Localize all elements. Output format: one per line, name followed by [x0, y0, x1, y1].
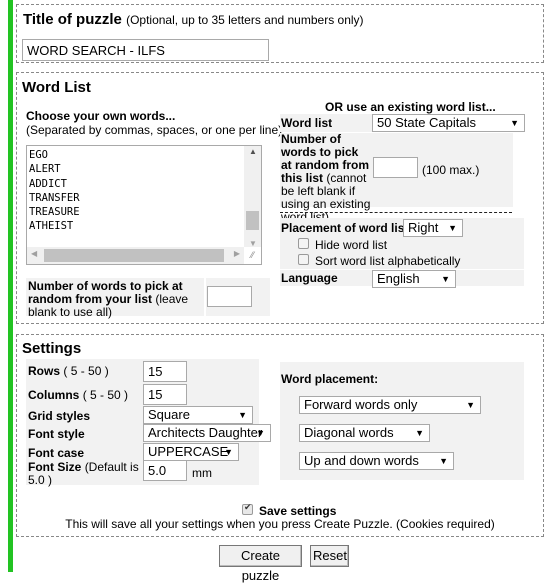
title-hint: (Optional, up to 35 letters and numbers … [126, 13, 364, 27]
placement-select-value: Right [408, 220, 439, 235]
horizontal-scrollbar[interactable]: ◀ ▶ [27, 247, 244, 264]
existing-count-label: Number of words to pick at random from t… [281, 133, 371, 224]
grid-styles-select-value: Square [148, 407, 190, 422]
save-settings-checkbox[interactable] [242, 502, 253, 515]
word-entry: EGO [29, 149, 48, 161]
word-list-label: Word list [281, 116, 333, 130]
own-pick-count-input[interactable] [207, 286, 252, 307]
updown-select[interactable]: Up and down words ▼ [299, 452, 454, 470]
scroll-right-icon[interactable]: ▶ [234, 249, 240, 258]
columns-input[interactable] [143, 384, 187, 405]
language-label: Language [281, 271, 338, 285]
font-size-label: Font Size (Default is 5.0 ) [28, 461, 140, 487]
updown-select-value: Up and down words [304, 453, 419, 468]
word-list-select-value: 50 State Capitals [377, 115, 477, 130]
resize-handle-icon[interactable]: ⁄⁄ [244, 247, 261, 264]
font-case-select-value: UPPERCASE [148, 444, 229, 459]
chevron-down-icon: ▼ [224, 447, 233, 457]
divider [280, 212, 512, 213]
rows-input[interactable] [143, 361, 187, 382]
placement-label: Placement of word list: [281, 221, 413, 235]
scroll-up-icon[interactable]: ▲ [249, 147, 257, 156]
word-placement-label: Word placement: [281, 372, 379, 386]
chevron-down-icon: ▼ [448, 223, 457, 233]
font-style-label: Font style [28, 427, 85, 441]
columns-label-text: Columns [28, 388, 80, 402]
word-list-heading: Word List [22, 79, 91, 96]
create-puzzle-button[interactable]: Create puzzle [219, 545, 302, 583]
diagonal-select[interactable]: Diagonal words ▼ [299, 424, 430, 442]
word-list-select[interactable]: 50 State Capitals ▼ [372, 114, 525, 132]
columns-range: ( 5 - 50 ) [82, 388, 129, 402]
word-entry: TRANSFER [29, 191, 80, 204]
font-size-unit: mm [192, 466, 212, 480]
chevron-down-icon: ▼ [439, 456, 448, 466]
direction-select-value: Forward words only [304, 397, 418, 412]
rows-range: ( 5 - 50 ) [63, 364, 109, 378]
language-select[interactable]: English ▼ [372, 270, 456, 288]
word-entry: TREASURE [29, 206, 80, 219]
own-words-content: EGO ALERT ADDICT TRANSFER TREASURE ATHEIST [29, 148, 80, 234]
direction-select[interactable]: Forward words only ▼ [299, 396, 481, 414]
diagonal-select-value: Diagonal words [304, 425, 394, 440]
existing-count-max: (100 max.) [422, 163, 480, 177]
existing-list-label: OR use an existing word list... [325, 100, 496, 114]
settings-heading: Settings [22, 340, 82, 357]
font-size-input[interactable] [143, 460, 187, 481]
word-entry: ADDICT [29, 177, 67, 190]
grid-styles-select[interactable]: Square ▼ [143, 406, 253, 424]
chevron-down-icon: ▼ [510, 118, 519, 128]
horizontal-scroll-thumb[interactable] [44, 249, 224, 262]
placement-select[interactable]: Right ▼ [403, 219, 463, 237]
word-entry: ATHEIST [29, 220, 74, 233]
sort-word-list-checkbox[interactable] [298, 254, 309, 265]
rows-label: Rows ( 5 - 50 ) [28, 365, 109, 378]
save-settings-note: This will save all your settings when yo… [65, 517, 495, 531]
chevron-down-icon: ▼ [256, 428, 265, 438]
vertical-scrollbar[interactable]: ▲ ▼ [244, 146, 261, 248]
columns-label: Columns ( 5 - 50 ) [28, 389, 128, 402]
own-words-textarea[interactable]: EGO ALERT ADDICT TRANSFER TREASURE ATHEIST ▲ … [26, 145, 262, 265]
chevron-down-icon: ▼ [466, 400, 475, 410]
sort-word-list-label: Sort word list alphabetically [315, 254, 461, 268]
existing-count-input[interactable] [373, 157, 418, 178]
chevron-down-icon: ▼ [441, 274, 450, 284]
title-heading: Title of puzzle (Optional, up to 35 lett… [23, 11, 364, 28]
font-style-select[interactable]: Architects Daughter ▼ [143, 424, 271, 442]
language-select-value: English [377, 271, 420, 286]
word-entry: ALERT [29, 163, 61, 176]
font-case-label: Font case [28, 446, 85, 460]
scroll-left-icon[interactable]: ◀ [31, 249, 37, 258]
own-words-hint: (Separated by commas, spaces, or one per… [26, 123, 283, 137]
vertical-scroll-thumb[interactable] [246, 211, 259, 230]
font-case-select[interactable]: UPPERCASE ▼ [143, 443, 239, 461]
title-heading-text: Title of puzzle [23, 11, 122, 28]
font-style-select-value: Architects Daughter [148, 425, 263, 440]
own-words-label: Choose your own words... [26, 109, 176, 123]
font-size-label-text: Font Size [28, 460, 82, 474]
reset-button[interactable]: Reset [310, 545, 349, 567]
hide-word-list-label: Hide word list [315, 238, 388, 252]
title-section: Title of puzzle (Optional, up to 35 lett… [16, 4, 544, 63]
accent-bar [8, 0, 13, 572]
chevron-down-icon: ▼ [238, 410, 247, 420]
grid-styles-label: Grid styles [28, 409, 91, 423]
hide-word-list-checkbox[interactable] [298, 238, 309, 249]
own-pick-label: Number of words to pick at random from y… [28, 280, 204, 319]
puzzle-title-input[interactable] [22, 39, 269, 61]
chevron-down-icon: ▼ [415, 428, 424, 438]
rows-label-text: Rows [28, 364, 61, 378]
